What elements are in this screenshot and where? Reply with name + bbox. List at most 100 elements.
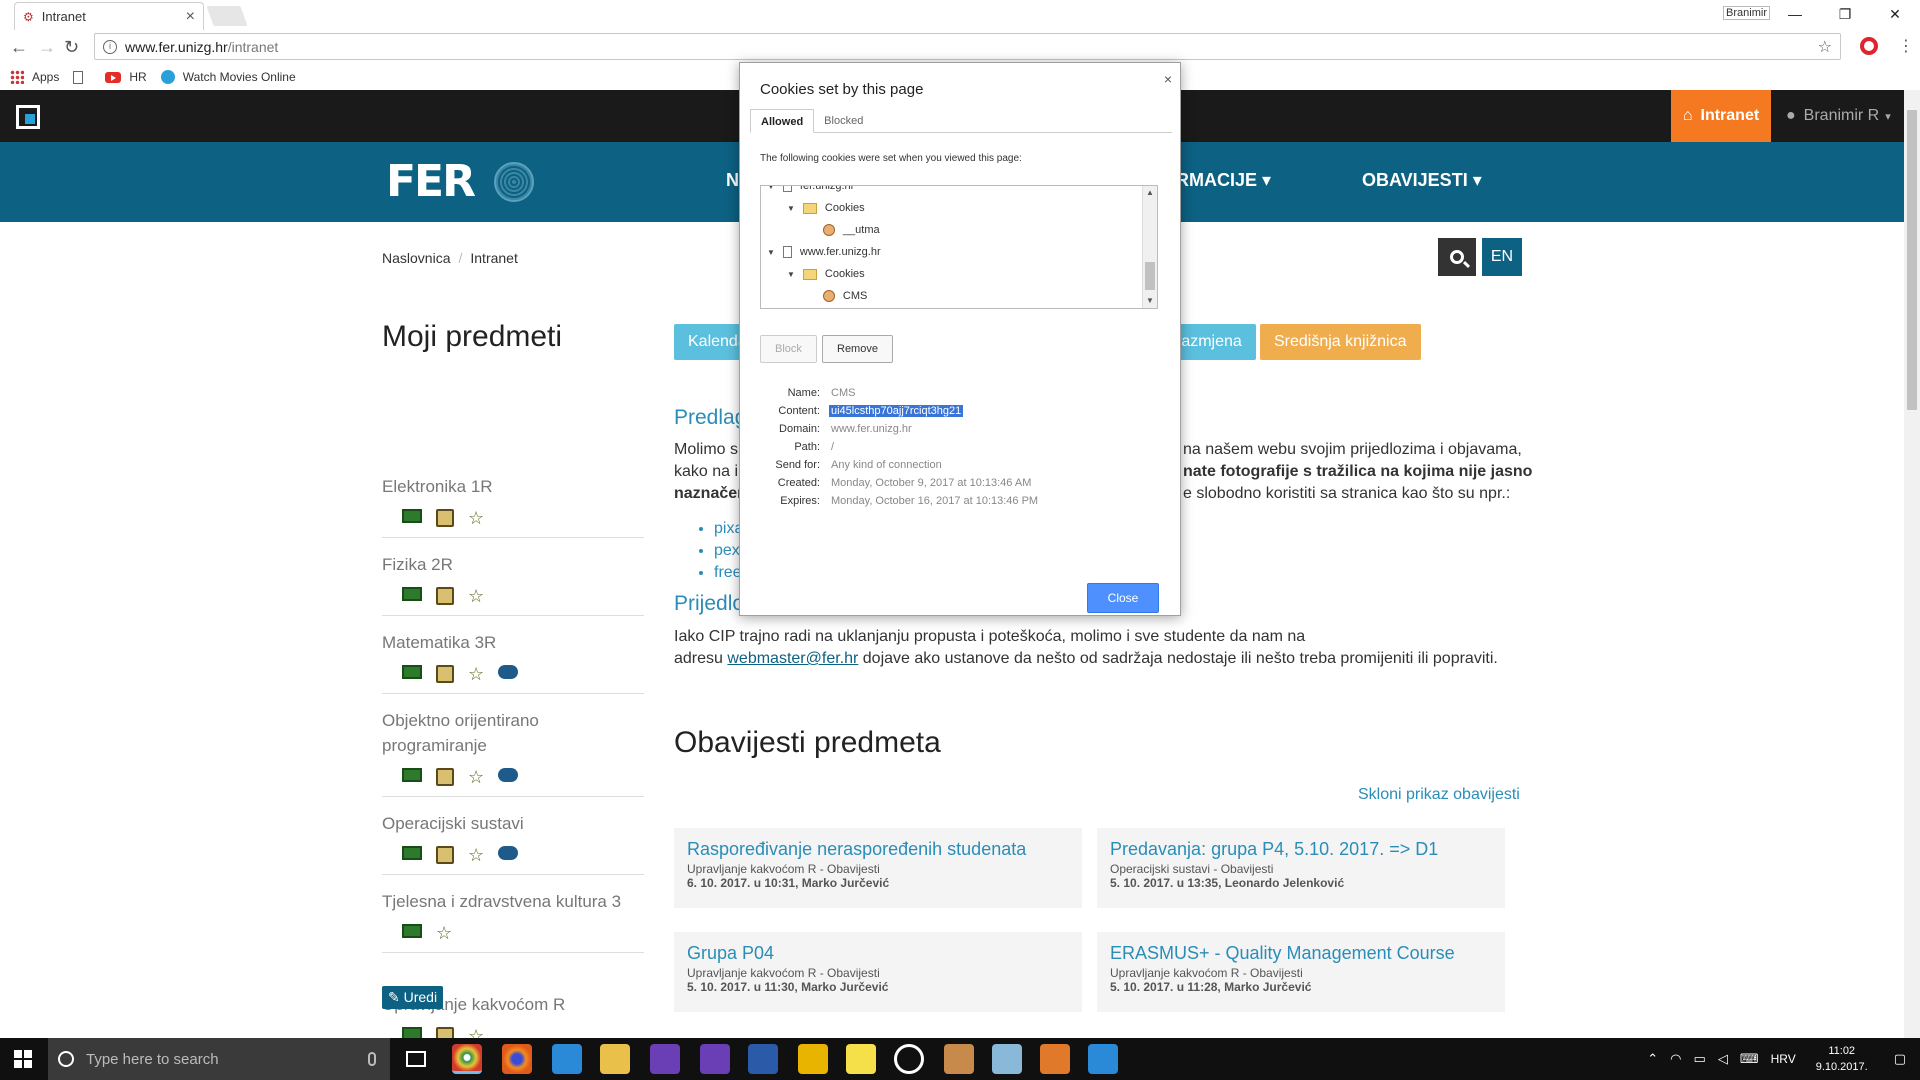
course-copy-icon[interactable] xyxy=(436,846,454,864)
menu-kebab-icon[interactable]: ⋮ xyxy=(1898,36,1914,56)
visual-studio-taskbar-icon[interactable] xyxy=(650,1044,680,1074)
course-name[interactable]: Objektno orijentirano programiranje xyxy=(382,708,644,758)
course-book-icon[interactable] xyxy=(402,509,422,523)
dialog-close-icon[interactable]: × xyxy=(1164,71,1172,87)
tab-close-icon[interactable]: × xyxy=(186,8,195,26)
close-button[interactable]: Close xyxy=(1087,583,1159,613)
course-chat-icon[interactable] xyxy=(498,768,519,782)
cookie-tree[interactable]: ▼fer.unizg.hr ▼Cookies ▼__utma ▼www.fer.uni… xyxy=(760,185,1158,309)
xampp-taskbar-icon[interactable] xyxy=(1040,1044,1070,1074)
forward-arrow-icon[interactable]: → xyxy=(38,37,56,58)
paint-taskbar-icon[interactable] xyxy=(944,1044,974,1074)
expand-toggle-icon[interactable]: ▼ xyxy=(787,204,795,213)
detail-value[interactable]: Monday, October 16, 2017 at 10:13:46 PM xyxy=(831,495,1038,507)
tree-row[interactable]: ▼ Cookies xyxy=(787,268,865,280)
course-star-icon[interactable]: ☆ xyxy=(468,665,484,683)
chevron-up-icon[interactable]: ⌃ xyxy=(1647,1051,1658,1067)
course-book-icon[interactable] xyxy=(402,587,422,601)
course-chat-icon[interactable] xyxy=(498,846,519,860)
expand-toggle-icon[interactable]: ▼ xyxy=(767,248,775,257)
course-copy-icon[interactable] xyxy=(436,509,454,527)
course-star-icon[interactable]: ☆ xyxy=(468,846,484,864)
browser-tab[interactable]: ⚙ Intranet × xyxy=(14,2,204,30)
notepad-taskbar-icon[interactable] xyxy=(992,1044,1022,1074)
expand-toggle-icon[interactable]: ▼ xyxy=(787,270,795,279)
portal-logo-icon[interactable] xyxy=(16,105,40,129)
course-chat-icon[interactable] xyxy=(498,665,519,679)
opera-extension-icon[interactable] xyxy=(1860,37,1878,55)
start-windows-icon[interactable] xyxy=(14,1050,32,1068)
bookmark-apps[interactable]: Apps xyxy=(10,70,59,84)
fer-logo[interactable]: FER xyxy=(386,160,476,204)
library-pill[interactable]: Središnja knjižnica xyxy=(1260,324,1421,360)
tree-scrollbar[interactable]: ▲ ▼ xyxy=(1142,186,1157,308)
restore-button[interactable]: ❐ xyxy=(1820,0,1870,28)
search-button[interactable] xyxy=(1438,238,1476,276)
edit-button[interactable]: ✎ Uredi xyxy=(382,986,444,1009)
notice-card[interactable]: Grupa P04 Upravljanje kakvoćom R - Obavi… xyxy=(674,932,1082,1012)
detail-value[interactable]: Monday, October 9, 2017 at 10:13:46 AM xyxy=(831,477,1031,489)
keyboard-icon[interactable]: ⌨ xyxy=(1740,1051,1759,1067)
network-icon[interactable]: ◠ xyxy=(1670,1051,1681,1067)
outlook-taskbar-icon[interactable] xyxy=(552,1044,582,1074)
course-star-icon[interactable]: ☆ xyxy=(468,1027,484,1038)
notifications-icon[interactable]: ▢ xyxy=(1894,1051,1906,1067)
language-button[interactable]: EN xyxy=(1482,238,1522,276)
course-name[interactable]: Fizika 2R xyxy=(382,552,644,577)
bookmark-page[interactable] xyxy=(73,70,91,84)
scroll-down-icon[interactable]: ▼ xyxy=(1146,296,1154,305)
info-icon[interactable]: i xyxy=(103,39,117,54)
close-window-button[interactable]: ✕ xyxy=(1870,0,1920,28)
notice-title[interactable]: ERASMUS+ - Quality Management Course xyxy=(1110,942,1492,964)
tree-row[interactable]: ▼CMS xyxy=(807,290,867,302)
window-user-badge[interactable]: Branimir xyxy=(1723,6,1770,20)
scroll-up-icon[interactable]: ▲ xyxy=(1146,188,1154,197)
powershell-taskbar-icon[interactable] xyxy=(748,1044,778,1074)
course-book-icon[interactable] xyxy=(402,924,422,938)
course-name[interactable]: Elektronika 1R xyxy=(382,474,644,499)
course-star-icon[interactable]: ☆ xyxy=(468,509,484,527)
remove-button[interactable]: Remove xyxy=(822,335,893,363)
tree-scroll-thumb[interactable] xyxy=(1145,262,1155,290)
breadcrumb-home[interactable]: Naslovnica xyxy=(382,250,450,266)
hide-notices-link[interactable]: Skloni prikaz obavijesti xyxy=(1358,786,1520,804)
bookmark-watch-movies[interactable]: Watch Movies Online xyxy=(160,70,296,84)
detail-value[interactable]: www.fer.unizg.hr xyxy=(831,423,912,435)
course-name[interactable]: Operacijski sustavi xyxy=(382,811,644,836)
course-star-icon[interactable]: ☆ xyxy=(468,768,484,786)
nav-item-obavijesti[interactable]: OBAVIJESTI ▾ xyxy=(1362,170,1482,191)
address-bar[interactable]: i www.fer.unizg.hr/intranet ☆ xyxy=(94,33,1841,60)
chrome-taskbar-icon[interactable] xyxy=(452,1044,482,1074)
tab-blocked[interactable]: Blocked xyxy=(814,109,873,132)
course-book-icon[interactable] xyxy=(402,1027,422,1038)
new-tab-button[interactable] xyxy=(206,6,248,26)
circle-app-taskbar-icon[interactable] xyxy=(894,1044,924,1074)
course-copy-icon[interactable] xyxy=(436,1027,454,1038)
expand-toggle-icon[interactable]: ▼ xyxy=(767,186,775,191)
bookmark-hr[interactable]: HR xyxy=(105,70,147,84)
course-star-icon[interactable]: ☆ xyxy=(436,924,452,942)
nav-item-informacije[interactable]: RMACIJE ▾ xyxy=(1176,170,1271,191)
minimize-button[interactable]: — xyxy=(1770,0,1820,28)
block-button[interactable]: Block xyxy=(760,335,817,363)
language-indicator[interactable]: HRV xyxy=(1771,1052,1796,1066)
course-book-icon[interactable] xyxy=(402,665,422,679)
course-star-icon[interactable]: ☆ xyxy=(468,587,484,605)
battery-icon[interactable]: ▭ xyxy=(1694,1051,1706,1067)
user-menu[interactable]: ● Branimir R ▾ xyxy=(1786,90,1891,142)
tree-row[interactable]: ▼ www.fer.unizg.hr xyxy=(767,246,881,258)
clock[interactable]: 11:02 9.10.2017. xyxy=(1816,1043,1868,1075)
course-name[interactable]: Tjelesna i zdravstvena kultura 3 xyxy=(382,889,644,914)
detail-value[interactable]: CMS xyxy=(831,387,855,399)
notice-title[interactable]: Raspoređivanje neraspoređenih studenata xyxy=(687,838,1069,860)
tab-allowed[interactable]: Allowed xyxy=(750,109,815,133)
course-copy-icon[interactable] xyxy=(436,587,454,605)
firefox-taskbar-icon[interactable] xyxy=(502,1044,532,1074)
tree-row[interactable]: ▼ Cookies xyxy=(787,202,865,214)
tree-row[interactable]: ▼__utma xyxy=(807,224,880,236)
tree-row[interactable]: ▼ fer.unizg.hr xyxy=(767,186,854,192)
webmaster-email-link[interactable]: webmaster@fer.hr xyxy=(727,650,858,667)
taskbar-search[interactable]: Type here to search xyxy=(48,1038,390,1080)
back-arrow-icon[interactable]: ← xyxy=(10,37,28,58)
detail-value[interactable]: Any kind of connection xyxy=(831,459,942,471)
